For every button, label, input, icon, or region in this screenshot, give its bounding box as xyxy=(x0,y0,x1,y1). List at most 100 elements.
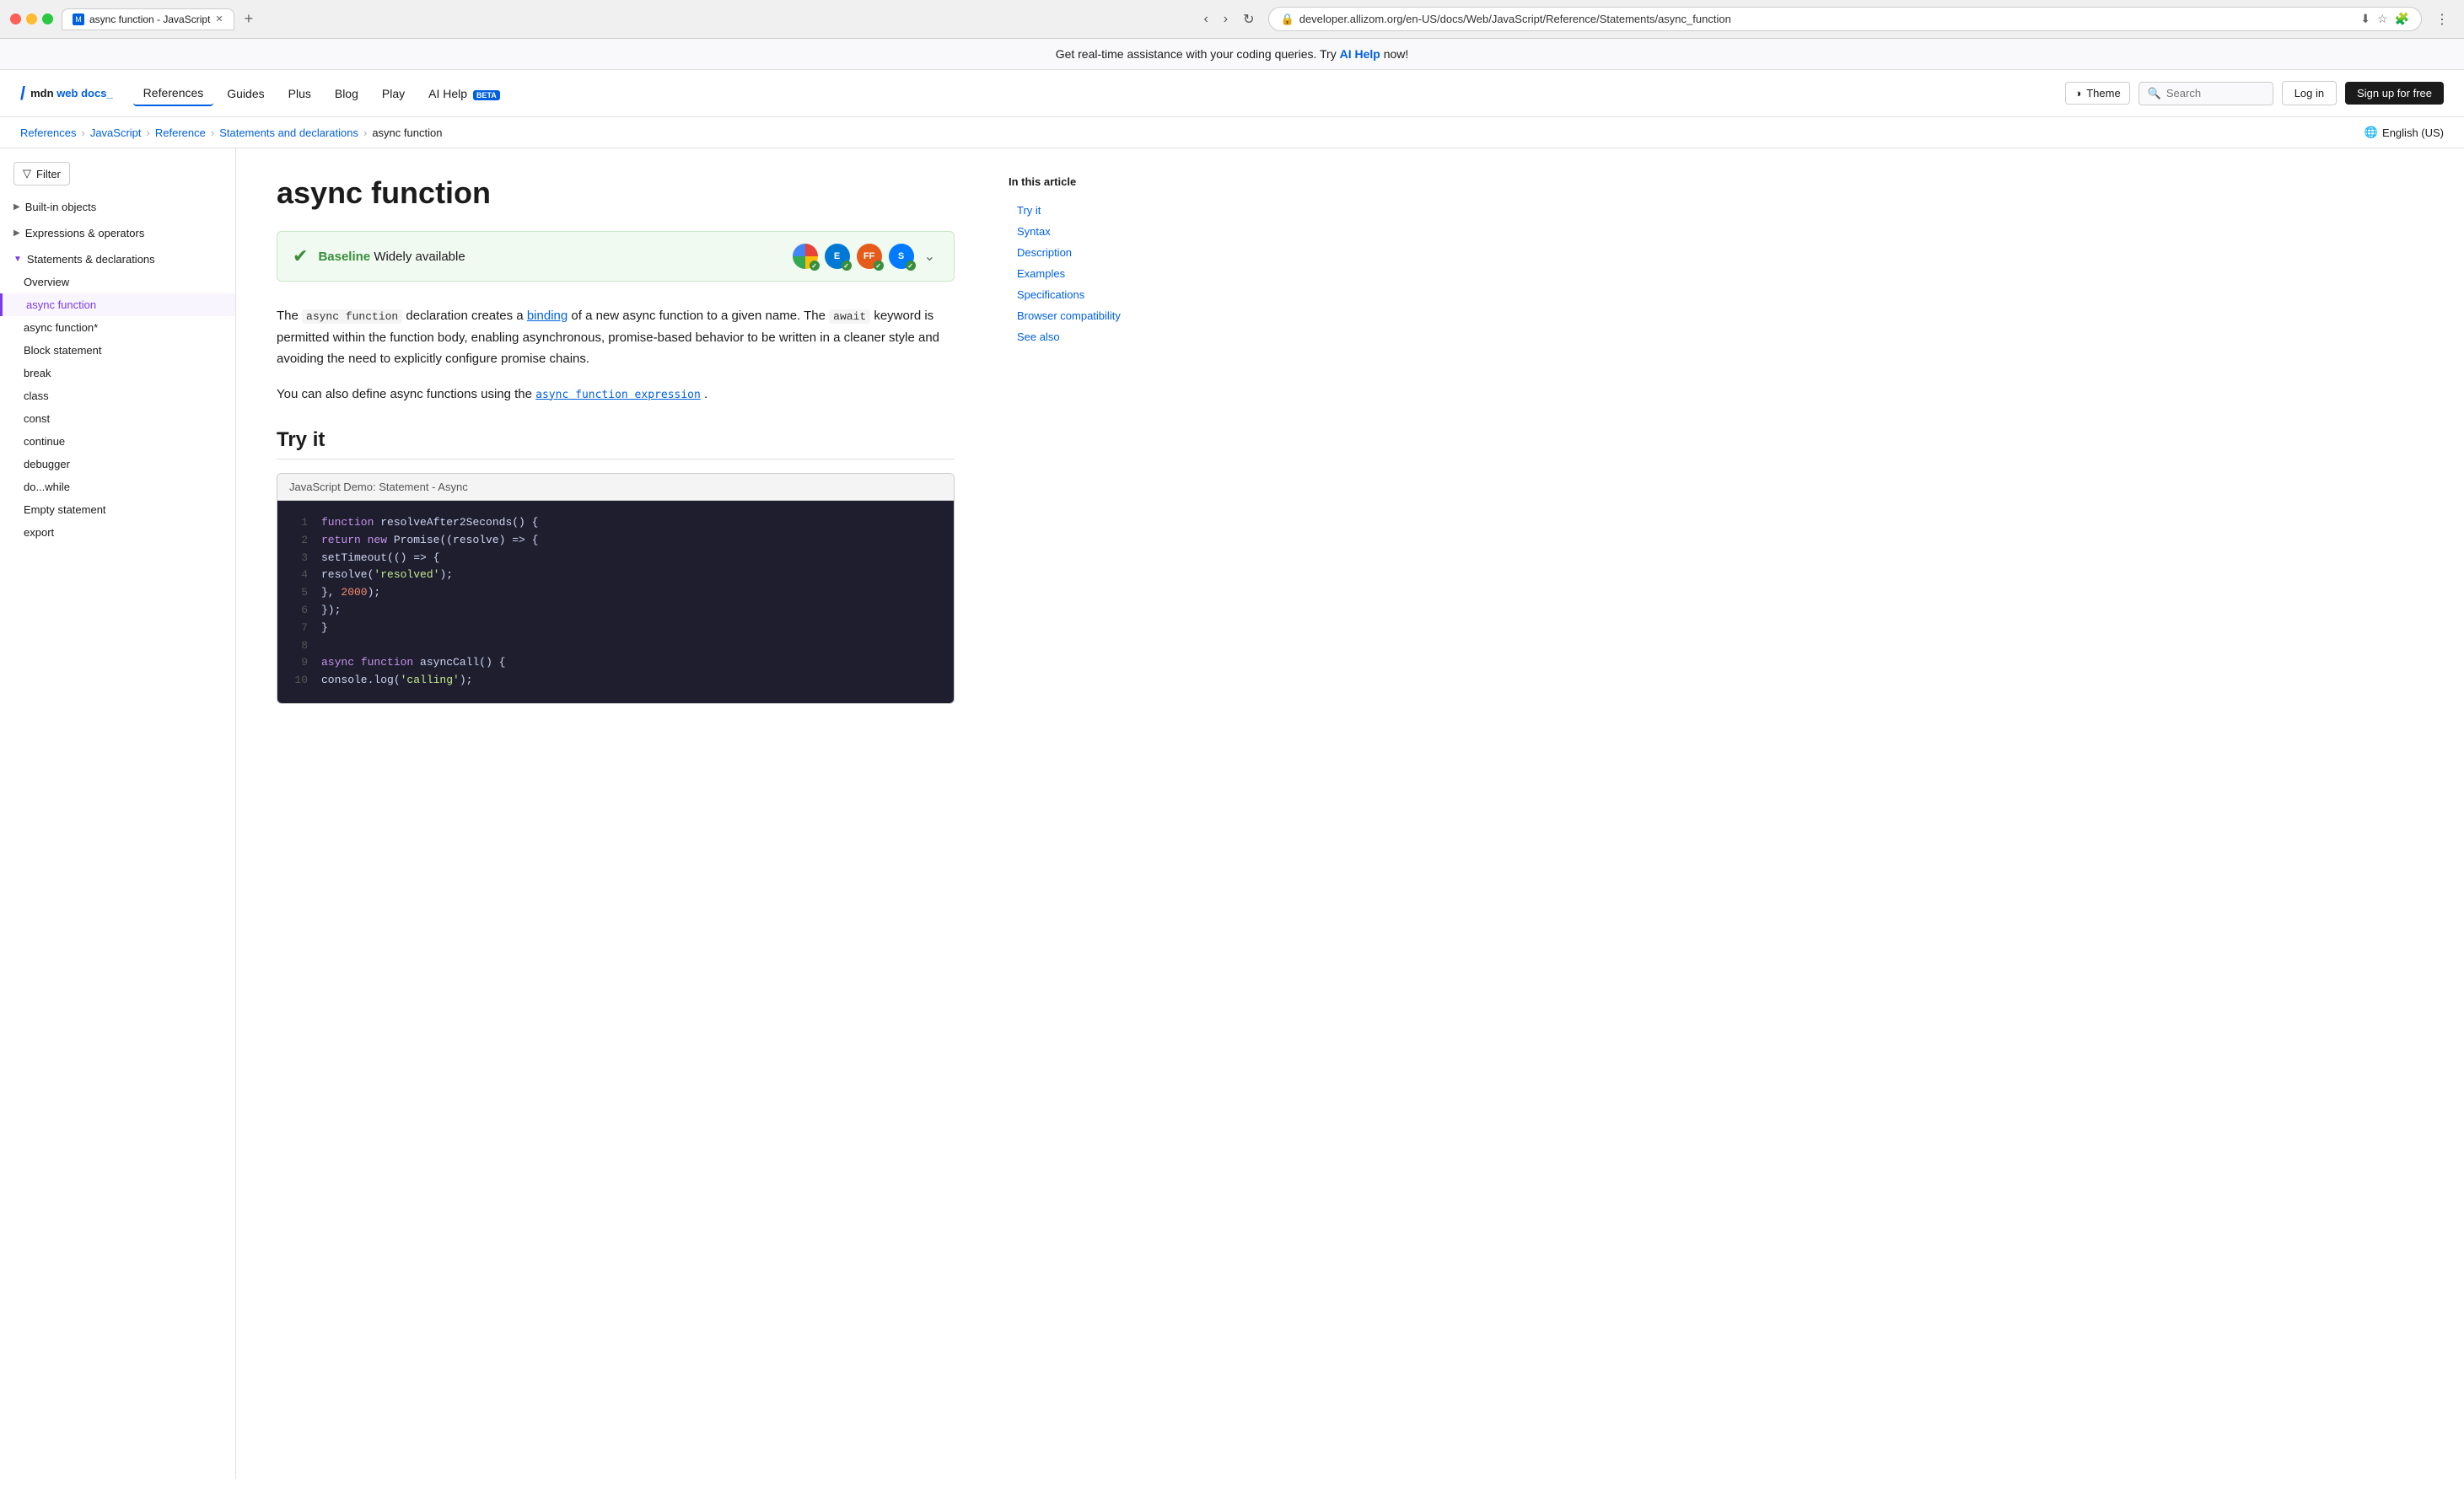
window-controls xyxy=(10,13,53,24)
breadcrumb: References › JavaScript › Reference › St… xyxy=(0,117,2464,148)
breadcrumb-sep-3: › xyxy=(211,126,214,139)
code-line-4: 4 resolve('resolved'); xyxy=(291,567,940,584)
toc-item-try-it[interactable]: Try it xyxy=(1009,200,1167,221)
toc-item-browser-compat[interactable]: Browser compatibility xyxy=(1009,305,1167,326)
sidebar-group-statements: ▼ Statements & declarations Overview asy… xyxy=(0,248,235,544)
forward-button[interactable]: › xyxy=(1219,9,1233,30)
close-dot[interactable] xyxy=(10,13,21,24)
sidebar-group-builtin: ▶ Built-in objects xyxy=(0,196,235,218)
maximize-dot[interactable] xyxy=(42,13,53,24)
filter-button[interactable]: ▽ Filter xyxy=(13,162,70,185)
url-text: developer.allizom.org/en-US/docs/Web/Jav… xyxy=(1299,13,2356,25)
tab-close-button[interactable]: ✕ xyxy=(215,13,223,24)
ai-help-badge: BETA xyxy=(473,90,500,100)
sidebar-group-builtin-header[interactable]: ▶ Built-in objects xyxy=(0,196,235,218)
globe-icon: 🌐 xyxy=(2364,126,2378,139)
chrome-check: ✓ xyxy=(810,261,820,271)
lock-icon: 🔒 xyxy=(1281,13,1294,26)
toc-item-description[interactable]: Description xyxy=(1009,242,1167,263)
code-line-9: 9 async function asyncCall() { xyxy=(291,654,940,672)
refresh-button[interactable]: ↻ xyxy=(1238,8,1259,30)
firefox-check: ✓ xyxy=(874,261,884,271)
sidebar-item-async-function[interactable]: async function xyxy=(0,293,235,316)
sidebar-item-const[interactable]: const xyxy=(0,407,235,430)
menu-button[interactable]: ⋮ xyxy=(2430,8,2454,30)
mdn-logo-text: mdn web docs_ xyxy=(30,87,113,99)
baseline-label: Baseline xyxy=(318,250,370,264)
theme-icon: ◑ xyxy=(2074,87,2081,99)
breadcrumb-sep-2: › xyxy=(147,126,150,139)
search-icon: 🔍 xyxy=(2148,87,2161,100)
search-input[interactable] xyxy=(2166,87,2251,99)
baseline-browser-icons: ✓ E ✓ FF ✓ S ✓ ⌄ xyxy=(793,244,939,269)
banner-suffix: now! xyxy=(1384,47,1409,61)
nav-play[interactable]: Play xyxy=(372,82,415,105)
toc-title: In this article xyxy=(1009,175,1167,188)
mdn-logo[interactable]: / mdn web docs_ xyxy=(20,83,113,105)
language-button[interactable]: 🌐 English (US) xyxy=(2364,126,2444,139)
extension-icon[interactable]: 🧩 xyxy=(2395,12,2409,26)
url-bar-icons: ⬇ ☆ 🧩 xyxy=(2360,12,2409,26)
try-it-heading: Try it xyxy=(277,428,955,459)
ai-help-link[interactable]: AI Help xyxy=(1340,47,1380,61)
code-async-function: async function xyxy=(302,309,402,324)
sidebar-item-debugger[interactable]: debugger xyxy=(0,453,235,475)
nav-guides[interactable]: Guides xyxy=(217,82,274,105)
bookmark-icon[interactable]: ☆ xyxy=(2377,12,2388,26)
download-icon[interactable]: ⬇ xyxy=(2360,12,2370,26)
nav-references[interactable]: References xyxy=(133,81,214,106)
breadcrumb-sep-1: › xyxy=(81,126,84,139)
code-line-5: 5 }, 2000); xyxy=(291,584,940,602)
nav-ai-help[interactable]: AI Help BETA xyxy=(418,82,510,105)
code-line-3: 3 setTimeout(() => { xyxy=(291,550,940,567)
sidebar-item-break[interactable]: break xyxy=(0,362,235,384)
code-demo-box: JavaScript Demo: Statement - Async 1 fun… xyxy=(277,473,955,704)
safari-icon: S ✓ xyxy=(889,244,914,269)
chrome-icon: ✓ xyxy=(793,244,818,269)
sidebar-item-class[interactable]: class xyxy=(0,384,235,407)
binding-link[interactable]: binding xyxy=(527,309,568,323)
tab-title: async function - JavaScript xyxy=(89,13,210,25)
baseline-banner: ✔ Baseline Widely available ✓ E ✓ FF ✓ xyxy=(277,231,955,282)
code-line-2: 2 return new Promise((resolve) => { xyxy=(291,532,940,550)
back-button[interactable]: ‹ xyxy=(1198,9,1213,30)
sidebar-item-empty[interactable]: Empty statement xyxy=(0,498,235,521)
sidebar-item-dowhile[interactable]: do...while xyxy=(0,475,235,498)
sidebar-group-expressions-header[interactable]: ▶ Expressions & operators xyxy=(0,222,235,244)
new-tab-button[interactable]: + xyxy=(241,10,257,28)
tab-bar: M async function - JavaScript ✕ + xyxy=(62,8,1190,30)
mdn-header: / mdn web docs_ References Guides Plus B… xyxy=(0,70,2464,117)
toc-item-see-also[interactable]: See also xyxy=(1009,326,1167,347)
breadcrumb-javascript[interactable]: JavaScript xyxy=(90,126,142,139)
filter-icon: ▽ xyxy=(23,167,31,180)
browser-chrome: M async function - JavaScript ✕ + ‹ › ↻ … xyxy=(0,0,2464,39)
breadcrumb-references[interactable]: References xyxy=(20,126,76,139)
minimize-dot[interactable] xyxy=(26,13,37,24)
breadcrumb-statements[interactable]: Statements and declarations xyxy=(219,126,358,139)
edge-check: ✓ xyxy=(842,261,852,271)
toc-item-syntax[interactable]: Syntax xyxy=(1009,221,1167,242)
search-box[interactable]: 🔍 xyxy=(2139,82,2273,105)
left-sidebar: ▽ Filter ▶ Built-in objects ▶ Expression… xyxy=(0,148,236,1479)
login-button[interactable]: Log in xyxy=(2282,81,2337,105)
chevron-right-icon-expr: ▶ xyxy=(13,228,20,238)
sidebar-item-export[interactable]: export xyxy=(0,521,235,544)
header-right: ◑ Theme 🔍 Log in Sign up for free xyxy=(2065,81,2444,105)
active-tab[interactable]: M async function - JavaScript ✕ xyxy=(62,8,234,30)
toc-item-examples[interactable]: Examples xyxy=(1009,263,1167,284)
breadcrumb-reference[interactable]: Reference xyxy=(155,126,206,139)
theme-button[interactable]: ◑ Theme xyxy=(2065,82,2129,105)
sidebar-group-statements-header[interactable]: ▼ Statements & declarations xyxy=(0,248,235,271)
toc-item-specifications[interactable]: Specifications xyxy=(1009,284,1167,305)
sidebar-item-continue[interactable]: continue xyxy=(0,430,235,453)
signup-button[interactable]: Sign up for free xyxy=(2345,82,2444,105)
sidebar-item-block[interactable]: Block statement xyxy=(0,339,235,362)
nav-plus[interactable]: Plus xyxy=(278,82,321,105)
baseline-expand-button[interactable]: ⌄ xyxy=(921,244,939,268)
sidebar-item-async-function-gen[interactable]: async function* xyxy=(0,316,235,339)
sidebar-item-overview[interactable]: Overview xyxy=(0,271,235,293)
url-bar[interactable]: 🔒 developer.allizom.org/en-US/docs/Web/J… xyxy=(1268,7,2422,31)
baseline-check-icon: ✔ xyxy=(293,245,308,267)
async-expression-link[interactable]: async function expression xyxy=(535,389,701,401)
nav-blog[interactable]: Blog xyxy=(325,82,369,105)
